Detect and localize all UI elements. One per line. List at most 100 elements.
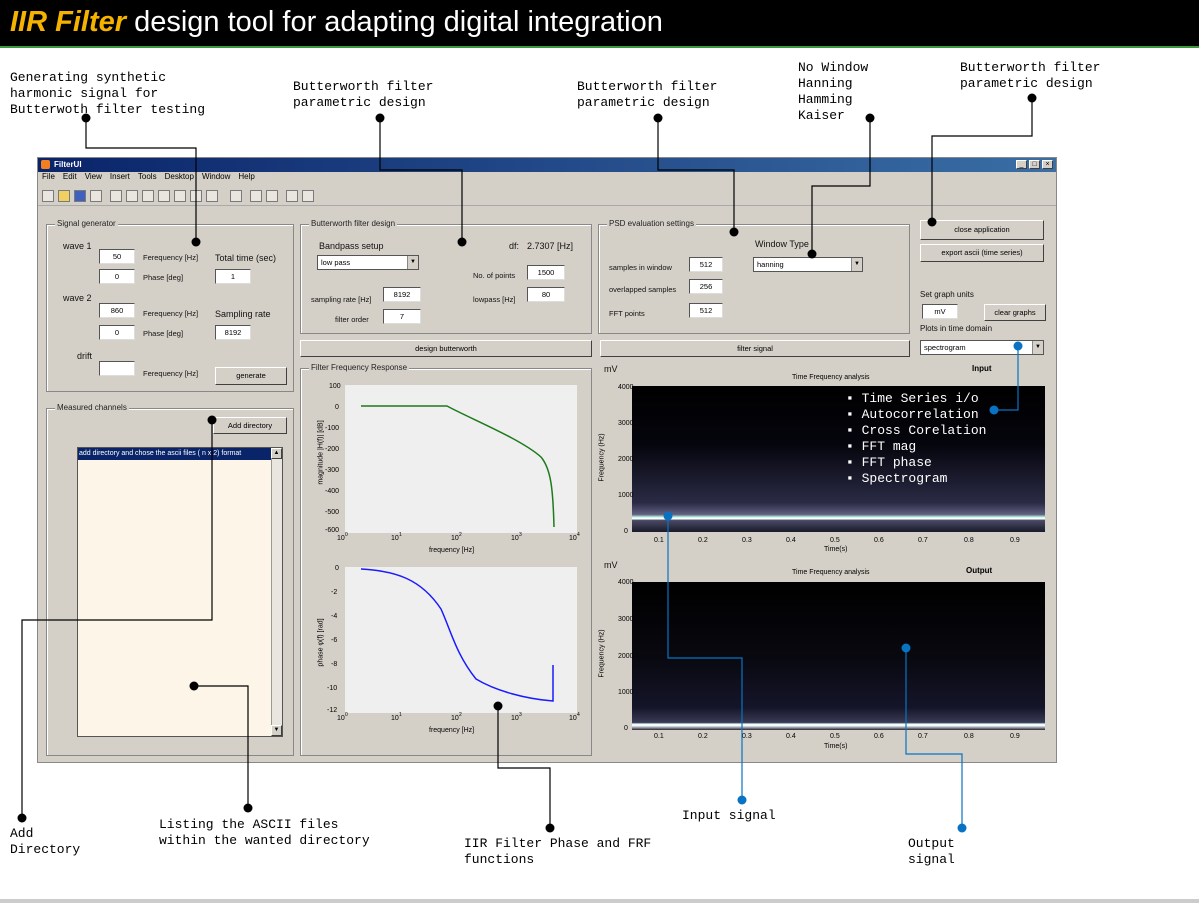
link-icon[interactable] xyxy=(230,190,242,202)
add-directory-button[interactable]: Add directory xyxy=(213,417,287,434)
dropdown-arrow-icon: ▼ xyxy=(851,258,862,271)
menu-window[interactable]: Window xyxy=(202,172,230,181)
open-folder-icon[interactable] xyxy=(58,190,70,202)
pointer-icon[interactable] xyxy=(110,190,122,202)
design-butterworth-button[interactable]: design butterworth xyxy=(300,340,592,357)
hide-plot-tools-icon[interactable] xyxy=(286,190,298,202)
print-icon[interactable] xyxy=(90,190,102,202)
menu-insert[interactable]: Insert xyxy=(110,172,130,181)
psd-settings-title: PSD evaluation settings xyxy=(607,219,696,228)
ov-input[interactable]: 256 xyxy=(689,279,723,294)
window-type-dropdown[interactable]: hanning ▼ xyxy=(753,257,863,272)
maximize-button[interactable]: □ xyxy=(1029,160,1040,169)
input-xtick: 0.2 xyxy=(698,537,708,544)
list-scrollbar[interactable] xyxy=(271,448,282,736)
mag-ytick: -100 xyxy=(325,425,340,432)
input-ytick: 4000 xyxy=(618,384,634,391)
clear-graphs-button[interactable]: clear graphs xyxy=(984,304,1046,321)
window-title: FilterUI xyxy=(54,160,82,169)
menu-desktop[interactable]: Desktop xyxy=(165,172,194,181)
dropdown-arrow-icon: ▼ xyxy=(407,256,418,269)
input-xtick: 0.3 xyxy=(742,537,752,544)
df-label: df: xyxy=(509,241,520,251)
rotate-icon[interactable] xyxy=(174,190,186,202)
npoints-input[interactable]: 1500 xyxy=(527,265,565,280)
sw-input[interactable]: 512 xyxy=(689,257,723,272)
scroll-down-arrow-icon[interactable]: ▼ xyxy=(271,725,282,736)
insert-legend-icon[interactable] xyxy=(266,190,278,202)
output-ytick: 1000 xyxy=(618,689,634,696)
close-window-button[interactable]: × xyxy=(1042,160,1053,169)
mag-ytick: -600 xyxy=(325,527,340,534)
save-icon[interactable] xyxy=(74,190,86,202)
output-xtick: 0.1 xyxy=(654,733,664,740)
phase-axes xyxy=(345,567,577,713)
input-unit: mV xyxy=(604,364,618,374)
menu-view[interactable]: View xyxy=(85,172,102,181)
total-time-input[interactable]: 1 xyxy=(215,269,251,284)
phase-ytick: -6 xyxy=(331,637,338,644)
mag-xlabel: frequency [Hz] xyxy=(429,547,475,554)
close-application-button[interactable]: close application xyxy=(920,220,1044,240)
pan-hand-icon[interactable] xyxy=(158,190,170,202)
lowpass-label: lowpass [Hz] xyxy=(473,295,516,304)
wave1-phase-input[interactable]: 0 xyxy=(99,269,135,284)
menu-file[interactable]: File xyxy=(42,172,55,181)
units-input[interactable]: mV xyxy=(922,304,958,319)
input-xtick: 0.7 xyxy=(918,537,928,544)
output-xtick: 0.7 xyxy=(918,733,928,740)
wave1-frequency-input[interactable]: 50 xyxy=(99,249,135,264)
bottom-rule xyxy=(0,899,1199,903)
plots-label: Plots in time domain xyxy=(920,324,993,333)
brush-icon[interactable] xyxy=(206,190,218,202)
generate-button[interactable]: generate xyxy=(215,367,287,385)
mag-xtick: 10 xyxy=(391,535,399,542)
output-xtick: 0.3 xyxy=(742,733,752,740)
dropdown-arrow-icon: ▼ xyxy=(1032,341,1043,354)
filter-type-dropdown[interactable]: low pass ▼ xyxy=(317,255,419,270)
output-xtick: 0.9 xyxy=(1010,733,1020,740)
sampling-rate-label: Sampling rate xyxy=(215,309,271,319)
drift-input[interactable] xyxy=(99,361,135,376)
drift-label: drift xyxy=(77,351,93,361)
plot-type-item: ▪ FFT mag xyxy=(846,439,917,454)
mag-xtick-exp: 3 xyxy=(519,532,522,538)
toolbar xyxy=(38,186,1056,206)
zoom-out-icon[interactable] xyxy=(142,190,154,202)
show-plot-tools-icon[interactable] xyxy=(302,190,314,202)
mag-ytick: -400 xyxy=(325,488,340,495)
note-add-directory: Add Directory xyxy=(10,826,81,857)
wave2-phase-input[interactable]: 0 xyxy=(99,325,135,340)
note-butter-1: Butterworth filter parametric design xyxy=(293,79,434,110)
scroll-up-arrow-icon[interactable]: ▲ xyxy=(271,448,282,459)
phase-ytick: -12 xyxy=(327,707,338,714)
sampling-rate-input[interactable]: 8192 xyxy=(215,325,251,340)
total-time-label: Total time (sec) xyxy=(215,253,277,263)
srate-input[interactable]: 8192 xyxy=(383,287,421,302)
data-cursor-icon[interactable] xyxy=(190,190,202,202)
export-ascii-button[interactable]: export ascii (time series) xyxy=(920,244,1044,262)
plots-dropdown[interactable]: spectrogram ▼ xyxy=(920,340,1044,355)
insert-colorbar-icon[interactable] xyxy=(250,190,262,202)
mag-ytick: -200 xyxy=(325,446,340,453)
list-item[interactable]: add directory and chose the ascii files … xyxy=(78,448,272,460)
minimize-button[interactable]: _ xyxy=(1016,160,1027,169)
order-input[interactable]: 7 xyxy=(383,309,421,324)
zoom-in-icon[interactable] xyxy=(126,190,138,202)
output-ytick: 4000 xyxy=(618,579,634,586)
wave2-phase-label: Phase [deg] xyxy=(143,329,184,338)
new-file-icon[interactable] xyxy=(42,190,54,202)
fft-input[interactable]: 512 xyxy=(689,303,723,318)
menu-edit[interactable]: Edit xyxy=(63,172,77,181)
input-xtick: 0.1 xyxy=(654,537,664,544)
input-ytick: 3000 xyxy=(618,420,634,427)
menu-tools[interactable]: Tools xyxy=(138,172,157,181)
phase-xtick: 10 xyxy=(391,715,399,722)
phase-xtick: 10 xyxy=(451,715,459,722)
window-titlebar: FilterUI xyxy=(38,158,1056,172)
filter-signal-button[interactable]: filter signal xyxy=(600,340,910,357)
ascii-file-list[interactable]: add directory and chose the ascii files … xyxy=(77,447,283,737)
wave2-frequency-input[interactable]: 860 xyxy=(99,303,135,318)
menu-help[interactable]: Help xyxy=(238,172,254,181)
lowpass-input[interactable]: 80 xyxy=(527,287,565,302)
